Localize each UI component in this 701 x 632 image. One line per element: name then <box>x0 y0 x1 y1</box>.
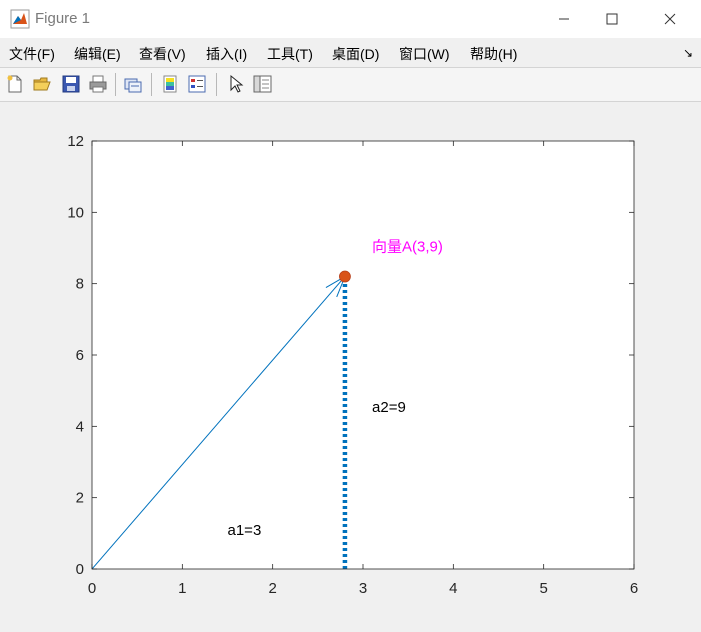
menu-view[interactable]: 查看(V) <box>139 44 186 64</box>
pointer-icon[interactable] <box>226 74 246 94</box>
title-bar: Figure 1 <box>0 0 701 38</box>
menu-bar: 文件(F) 编辑(E) 查看(V) 插入(I) 工具(T) 桌面(D) 窗口(W… <box>0 38 701 66</box>
toolbar-separator <box>216 73 217 96</box>
close-icon <box>664 13 676 25</box>
print-icon[interactable] <box>88 74 108 94</box>
x-tick-label: 1 <box>178 580 186 597</box>
matlab-icon <box>10 9 30 29</box>
open-file-icon[interactable] <box>32 74 52 94</box>
toolbar <box>0 67 701 102</box>
vector-endpoint-marker <box>339 270 351 283</box>
y-tick-label: 2 <box>76 490 84 507</box>
colorbar-icon[interactable] <box>160 74 180 94</box>
plot-canvas[interactable]: 0 1 2 3 4 5 6024681012 向量A(3,9)a2=9a1=3 <box>0 102 701 627</box>
figure-canvas-area: 0 1 2 3 4 5 6 0 2 4 6 8 10 12 向量A(3,9) a2=9 a1=3 <box>0 102 701 627</box>
maximize-button[interactable] <box>589 0 635 38</box>
dock-arrow-icon[interactable]: ↘ <box>683 46 693 60</box>
y-tick-label: 6 <box>76 347 84 364</box>
x-tick-label: 5 <box>539 580 547 597</box>
x-tick-label: 6 <box>630 580 638 597</box>
y-tick-label: 4 <box>76 418 84 435</box>
save-icon[interactable] <box>61 74 81 94</box>
minimize-button[interactable] <box>541 0 587 38</box>
legend-icon[interactable] <box>187 74 207 94</box>
toolbar-separator <box>151 73 152 96</box>
axes-background <box>92 141 634 569</box>
annotation-a1: a1=3 <box>228 522 262 539</box>
y-tick-label: 12 <box>67 133 84 150</box>
annotation-vector-a: 向量A(3,9) <box>372 239 443 256</box>
x-tick-label: 3 <box>359 580 367 597</box>
menu-window[interactable]: 窗口(W) <box>399 44 450 64</box>
menu-insert[interactable]: 插入(I) <box>206 44 247 64</box>
x-tick-label: 0 <box>88 580 96 597</box>
x-tick-label: 4 <box>449 580 457 597</box>
window-title: Figure 1 <box>35 10 91 27</box>
y-tick-label: 10 <box>67 204 84 221</box>
menu-help[interactable]: 帮助(H) <box>470 44 517 64</box>
new-figure-icon[interactable] <box>5 74 25 94</box>
menu-desktop[interactable]: 桌面(D) <box>332 44 379 64</box>
maximize-icon <box>606 13 618 25</box>
minimize-icon <box>559 18 569 20</box>
link-plot-icon[interactable] <box>123 74 143 94</box>
close-button[interactable] <box>647 0 693 38</box>
x-tick-label: 2 <box>268 580 276 597</box>
toolbar-separator <box>115 73 116 96</box>
menu-file[interactable]: 文件(F) <box>9 44 55 64</box>
figure-window: Figure 1 文件(F) 编辑(E) 查看(V) 插入(I) 工具(T) 桌… <box>0 0 701 627</box>
property-inspector-icon[interactable] <box>252 74 272 94</box>
annotation-a2: a2=9 <box>372 399 406 416</box>
y-tick-label: 8 <box>76 276 84 293</box>
y-tick-label: 0 <box>76 561 84 578</box>
menu-tools[interactable]: 工具(T) <box>267 44 313 64</box>
menu-edit[interactable]: 编辑(E) <box>74 44 121 64</box>
